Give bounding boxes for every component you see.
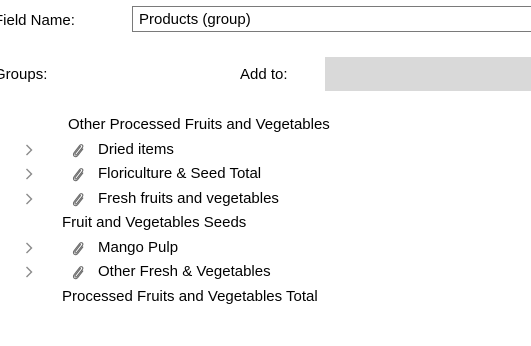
paperclip-icon [69,260,87,285]
chevron-right-icon[interactable] [22,162,36,187]
paperclip-icon [69,187,87,212]
paperclip-icon [69,162,87,187]
add-to-label: Add to: [240,66,288,83]
tree-group-label: Fruit and Vegetables Seeds [62,214,247,231]
field-name-input[interactable] [132,6,531,32]
group-tree: Other Processed Fruits and Vegetables Dr… [0,113,531,309]
chevron-right-icon[interactable] [22,138,36,163]
paperclip-icon [69,236,87,261]
tree-item-label: Other Fresh & Vegetables [98,263,271,280]
chevron-right-icon[interactable] [22,187,36,212]
tree-group-header[interactable]: Fruit and Vegetables Seeds [0,211,531,236]
tree-group-header[interactable]: Processed Fruits and Vegetables Total [0,285,531,310]
field-name-row: Field Name: [0,6,531,34]
tree-item-label: Dried items [98,140,174,158]
groups-label: Groups: [0,66,48,83]
chevron-right-icon[interactable] [22,236,36,261]
tree-item[interactable]: Other Fresh & Vegetables [0,260,531,285]
tree-item-label: Fresh fruits and vegetables [98,189,279,207]
tree-item[interactable]: Dried items [0,138,531,163]
add-to-field[interactable] [325,57,531,91]
tree-group-header[interactable]: Other Processed Fruits and Vegetables [0,113,531,138]
tree-group-label: Other Processed Fruits and Vegetables [68,116,330,133]
tree-item-label: Mango Pulp [98,238,179,256]
chevron-right-icon[interactable] [22,260,36,285]
tree-item-label: Floriculture & Seed Total [98,165,262,182]
tree-item[interactable]: Fresh fruits and vegetables [0,187,531,212]
tree-item[interactable]: Mango Pulp [0,236,531,261]
field-name-label: Field Name: [0,12,75,29]
tree-group-label: Processed Fruits and Vegetables Total [62,287,318,305]
paperclip-icon [69,138,87,163]
tree-item[interactable]: Floriculture & Seed Total [0,162,531,187]
groups-row: Groups: Add to: [0,57,531,91]
